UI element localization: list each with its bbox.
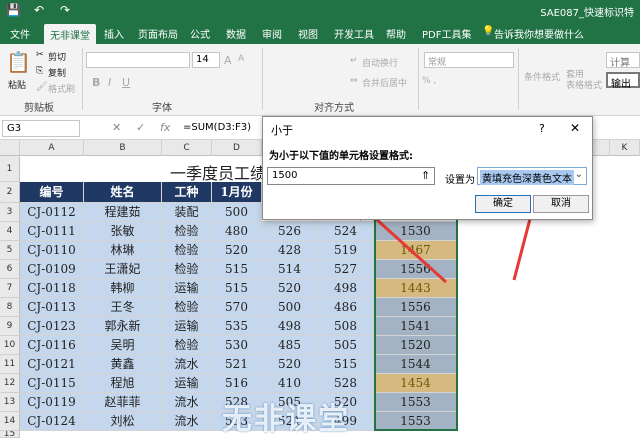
dialog-title: 小于 xyxy=(271,124,293,137)
watermark-logo: 无非课堂 xyxy=(222,402,350,437)
help-icon[interactable]: ? xyxy=(539,122,545,135)
format-dropdown[interactable]: 黄填充色深黄色文本 ⌄ xyxy=(477,167,587,185)
chevron-down-icon[interactable]: ⌄ xyxy=(575,169,583,180)
format-label: 设置为 xyxy=(445,175,475,186)
threshold-input[interactable]: 1500 xyxy=(267,167,435,185)
close-icon[interactable]: ✕ xyxy=(570,121,580,135)
cancel-button[interactable]: 取消 xyxy=(533,195,589,213)
ok-button[interactable]: 确定 xyxy=(475,195,531,213)
format-selected-value: 黄填充色深黄色文本 xyxy=(480,170,574,185)
range-select-icon[interactable]: ⇑ xyxy=(421,169,430,182)
less-than-dialog: 小于 ? ✕ 为小于以下值的单元格设置格式: 1500 ⇑ 设置为 黄填充色深黄… xyxy=(262,116,593,220)
dialog-prompt: 为小于以下值的单元格设置格式: xyxy=(269,151,413,162)
